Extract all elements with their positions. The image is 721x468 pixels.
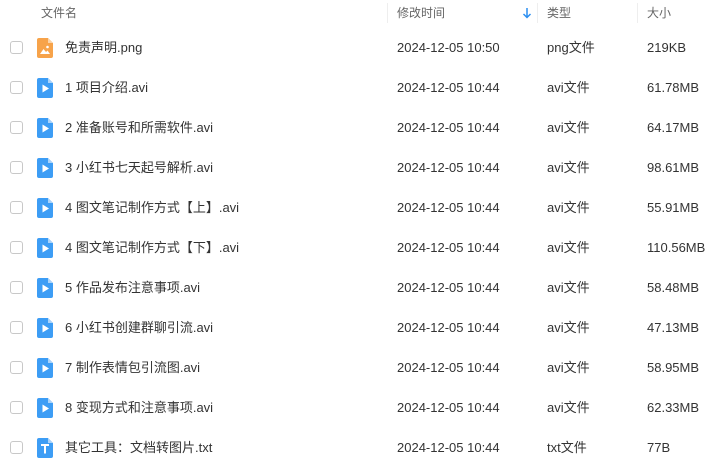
file-row[interactable]: 其它工具：文档转图片.txt 2024-12-05 10:44 txt文件 77B — [0, 428, 721, 468]
file-row[interactable]: 4 图文笔记制作方式【下】.avi 2024-12-05 10:44 avi文件 11… — [0, 228, 721, 268]
file-name[interactable]: 7 制作表情包引流图.avi — [65, 348, 200, 388]
file-type: avi文件 — [547, 320, 590, 335]
file-type: avi文件 — [547, 280, 590, 295]
file-modified-time: 2024-12-05 10:50 — [397, 40, 500, 55]
column-header-time[interactable]: 修改时间 — [397, 0, 445, 26]
video-file-icon — [37, 278, 53, 298]
file-name[interactable]: 4 图文笔记制作方式【上】.avi — [65, 188, 239, 228]
file-type: avi文件 — [547, 120, 590, 135]
file-modified-time: 2024-12-05 10:44 — [397, 360, 500, 375]
file-size: 110.56MB — [647, 240, 706, 255]
file-size: 219KB — [647, 40, 687, 55]
file-row[interactable]: 2 准备账号和所需软件.avi 2024-12-05 10:44 avi文件 64.1… — [0, 108, 721, 148]
row-checkbox[interactable] — [10, 201, 23, 214]
row-checkbox[interactable] — [10, 441, 23, 454]
file-modified-time: 2024-12-05 10:44 — [397, 320, 500, 335]
image-file-icon — [37, 38, 53, 58]
file-row[interactable]: 3 小红书七天起号解析.avi 2024-12-05 10:44 avi文件 98.6… — [0, 148, 721, 188]
row-checkbox[interactable] — [10, 321, 23, 334]
file-type: txt文件 — [547, 440, 587, 455]
file-size: 58.95MB — [647, 360, 700, 375]
file-row[interactable]: 4 图文笔记制作方式【上】.avi 2024-12-05 10:44 avi文件 55… — [0, 188, 721, 228]
column-divider — [637, 3, 638, 23]
file-type: avi文件 — [547, 400, 590, 415]
file-row[interactable]: 7 制作表情包引流图.avi 2024-12-05 10:44 avi文件 58.95… — [0, 348, 721, 388]
column-header-size[interactable]: 大小 — [647, 0, 671, 26]
file-size: 64.17MB — [647, 120, 700, 135]
row-checkbox[interactable] — [10, 161, 23, 174]
file-type: avi文件 — [547, 360, 590, 375]
column-header-name[interactable]: 文件名 — [41, 0, 77, 26]
column-divider — [387, 3, 388, 23]
file-modified-time: 2024-12-05 10:44 — [397, 240, 500, 255]
file-name[interactable]: 其它工具：文档转图片.txt — [65, 428, 212, 468]
file-size: 55.91MB — [647, 200, 700, 215]
file-row[interactable]: 1 项目介绍.avi 2024-12-05 10:44 avi文件 61.78MB — [0, 68, 721, 108]
column-divider — [537, 3, 538, 23]
file-modified-time: 2024-12-05 10:44 — [397, 80, 500, 95]
video-file-icon — [37, 398, 53, 418]
file-modified-time: 2024-12-05 10:44 — [397, 280, 500, 295]
file-list-header: 文件名 修改时间 类型 大小 — [0, 0, 721, 26]
video-file-icon — [37, 238, 53, 258]
column-header-type[interactable]: 类型 — [547, 0, 571, 26]
file-size: 62.33MB — [647, 400, 700, 415]
file-modified-time: 2024-12-05 10:44 — [397, 160, 500, 175]
file-type: avi文件 — [547, 80, 590, 95]
file-size: 61.78MB — [647, 80, 700, 95]
file-row[interactable]: 免责声明.png 2024-12-05 10:50 png文件 219KB — [0, 28, 721, 68]
sort-descending-icon[interactable] — [522, 7, 532, 19]
file-type: png文件 — [547, 40, 595, 55]
file-name[interactable]: 免责声明.png — [65, 28, 142, 68]
file-name[interactable]: 1 项目介绍.avi — [65, 68, 148, 108]
video-file-icon — [37, 358, 53, 378]
row-checkbox[interactable] — [10, 401, 23, 414]
file-row[interactable]: 8 变现方式和注意事项.avi 2024-12-05 10:44 avi文件 62.3… — [0, 388, 721, 428]
file-type: avi文件 — [547, 200, 590, 215]
row-checkbox[interactable] — [10, 81, 23, 94]
file-size: 47.13MB — [647, 320, 700, 335]
video-file-icon — [37, 198, 53, 218]
row-checkbox[interactable] — [10, 121, 23, 134]
text-file-icon — [37, 438, 53, 458]
row-checkbox[interactable] — [10, 41, 23, 54]
row-checkbox[interactable] — [10, 361, 23, 374]
file-modified-time: 2024-12-05 10:44 — [397, 120, 500, 135]
file-name[interactable]: 5 作品发布注意事项.avi — [65, 268, 200, 308]
file-name[interactable]: 4 图文笔记制作方式【下】.avi — [65, 228, 239, 268]
file-row[interactable]: 6 小红书创建群聊引流.avi 2024-12-05 10:44 avi文件 47.1… — [0, 308, 721, 348]
file-size: 58.48MB — [647, 280, 700, 295]
row-checkbox[interactable] — [10, 241, 23, 254]
video-file-icon — [37, 318, 53, 338]
file-name[interactable]: 3 小红书七天起号解析.avi — [65, 148, 213, 188]
file-type: avi文件 — [547, 160, 590, 175]
file-name[interactable]: 2 准备账号和所需软件.avi — [65, 108, 213, 148]
file-type: avi文件 — [547, 240, 590, 255]
file-row[interactable]: 5 作品发布注意事项.avi 2024-12-05 10:44 avi文件 58.48… — [0, 268, 721, 308]
video-file-icon — [37, 78, 53, 98]
video-file-icon — [37, 158, 53, 178]
file-name[interactable]: 8 变现方式和注意事项.avi — [65, 388, 213, 428]
file-name[interactable]: 6 小红书创建群聊引流.avi — [65, 308, 213, 348]
file-modified-time: 2024-12-05 10:44 — [397, 200, 500, 215]
row-checkbox[interactable] — [10, 281, 23, 294]
file-modified-time: 2024-12-05 10:44 — [397, 400, 500, 415]
file-size: 77B — [647, 440, 671, 455]
file-modified-time: 2024-12-05 10:44 — [397, 440, 500, 455]
video-file-icon — [37, 118, 53, 138]
file-size: 98.61MB — [647, 160, 700, 175]
